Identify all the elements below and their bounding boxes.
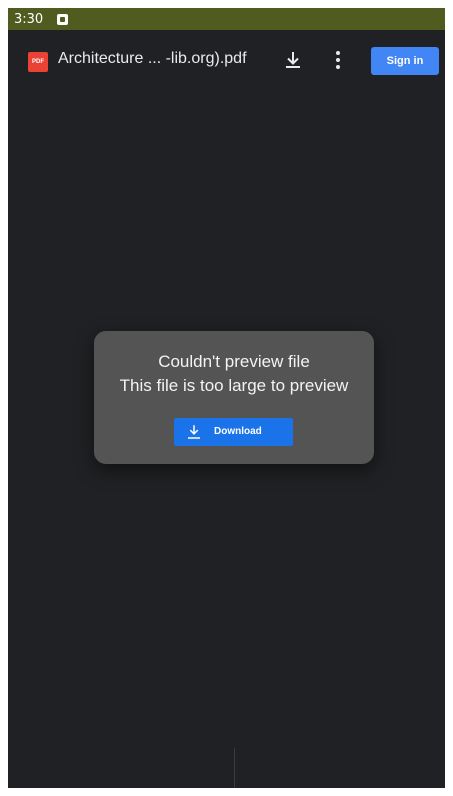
file-title: Architecture ... -lib.org).pdf xyxy=(58,50,247,67)
pdf-icon-label: PDF xyxy=(32,59,44,65)
pdf-file-icon: PDF xyxy=(28,52,48,72)
error-message: This file is too large to preview xyxy=(119,376,349,395)
viewer-frame: 3:30 PDF Architecture ... -lib.org).pdf … xyxy=(8,8,445,788)
preview-error-dialog: Couldn't preview file This file is too l… xyxy=(94,331,374,464)
more-vert-icon[interactable] xyxy=(326,48,350,72)
status-bar: 3:30 xyxy=(8,8,445,30)
notification-icon xyxy=(57,13,69,25)
error-title: Couldn't preview file xyxy=(158,352,310,371)
top-toolbar: PDF Architecture ... -lib.org).pdf Sign … xyxy=(8,30,445,86)
sign-in-button[interactable]: Sign in xyxy=(371,47,439,75)
download-icon[interactable] xyxy=(281,48,305,72)
download-icon xyxy=(185,423,203,441)
download-button[interactable]: Download xyxy=(174,418,293,446)
bottom-divider xyxy=(234,748,235,788)
status-time: 3:30 xyxy=(14,11,44,27)
download-button-label: Download xyxy=(214,426,262,437)
